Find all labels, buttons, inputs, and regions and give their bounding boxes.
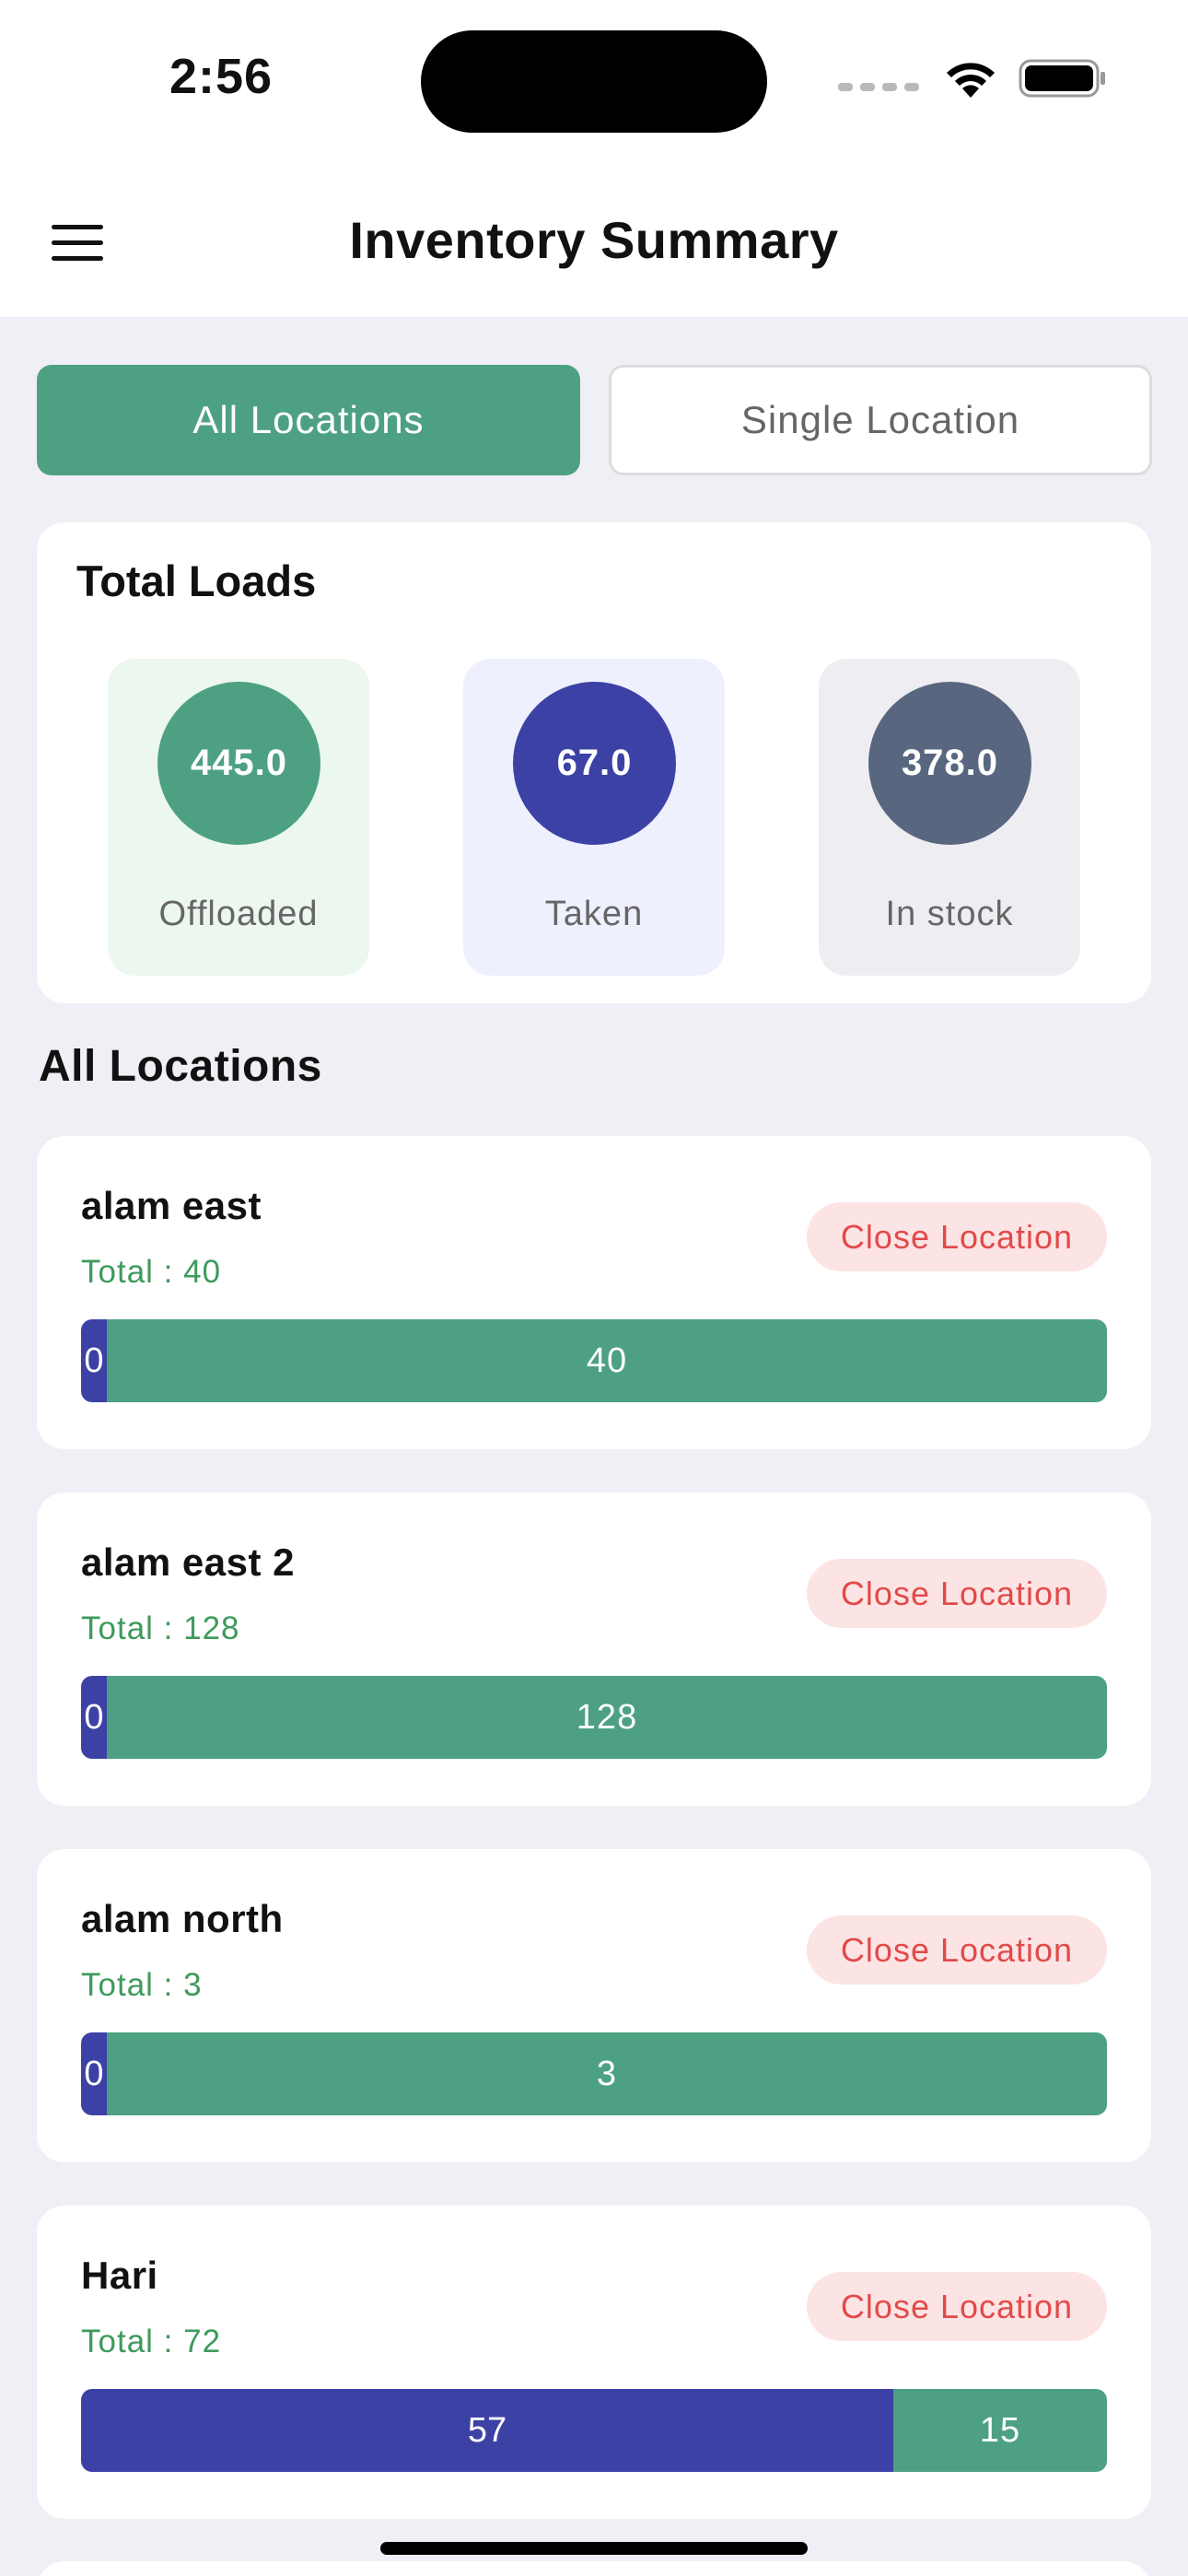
bar-taken-segment: 0 — [81, 1676, 107, 1759]
dynamic-island — [421, 30, 767, 133]
location-name: Hari — [81, 2254, 158, 2297]
taken-value: 67.0 — [513, 682, 676, 845]
tab-single-location[interactable]: Single Location — [609, 365, 1152, 475]
page-title: Inventory Summary — [349, 211, 839, 269]
location-name: alam east 2 — [81, 1540, 295, 1584]
offloaded-value: 445.0 — [157, 682, 320, 845]
bar-taken-segment: 0 — [81, 1319, 107, 1402]
bar-in-stock-segment: 15 — [893, 2389, 1107, 2472]
location-name: alam north — [81, 1897, 284, 1940]
location-name: alam east — [81, 1184, 262, 1227]
stat-offloaded: 445.0 Offloaded — [108, 659, 369, 976]
location-progress-bar: 57 15 — [81, 2389, 1107, 2472]
top-bar: 2:56 Inventory Summary — [0, 0, 1188, 317]
close-location-button[interactable]: Close Location — [807, 1915, 1107, 1985]
close-location-button[interactable]: Close Location — [807, 2272, 1107, 2341]
in-stock-value: 378.0 — [868, 682, 1031, 845]
location-total: Total : 3 — [81, 1967, 203, 2003]
close-location-button[interactable]: Close Location — [807, 1559, 1107, 1628]
home-indicator — [380, 2542, 808, 2555]
status-icons — [838, 55, 1107, 101]
location-progress-bar: 0 40 — [81, 1319, 1107, 1402]
bar-in-stock-segment: 40 — [107, 1319, 1107, 1402]
stat-taken: 67.0 Taken — [463, 659, 725, 976]
taken-label: Taken — [544, 895, 644, 933]
location-card: alam north Total : 3 Close Location 0 3 — [37, 1849, 1151, 2162]
tab-all-locations[interactable]: All Locations — [37, 365, 580, 475]
location-card: Hari Total : 72 Close Location 57 15 — [37, 2206, 1151, 2519]
total-loads-title: Total Loads — [76, 556, 317, 605]
cellular-signal-icon — [838, 82, 919, 91]
location-progress-bar: 0 3 — [81, 2032, 1107, 2115]
battery-icon — [1019, 59, 1105, 98]
bar-in-stock-segment: 128 — [107, 1676, 1107, 1759]
in-stock-label: In stock — [885, 895, 1014, 933]
bar-taken-segment: 57 — [81, 2389, 893, 2472]
bar-taken-segment: 0 — [81, 2032, 107, 2115]
wifi-icon — [947, 63, 995, 98]
location-card: alam east Total : 40 Close Location 0 40 — [37, 1136, 1151, 1449]
total-loads-card: Total Loads 445.0 Offloaded 67.0 Taken 3… — [37, 522, 1151, 1003]
status-time: 2:56 — [169, 49, 274, 104]
offloaded-label: Offloaded — [158, 895, 319, 933]
location-total: Total : 40 — [81, 1254, 222, 1290]
section-title: All Locations — [39, 1042, 322, 1091]
location-card-partial — [37, 2561, 1151, 2576]
location-progress-bar: 0 128 — [81, 1676, 1107, 1759]
location-total: Total : 128 — [81, 1610, 240, 1646]
bar-in-stock-segment: 3 — [107, 2032, 1107, 2115]
close-location-button[interactable]: Close Location — [807, 1202, 1107, 1271]
location-card: alam east 2 Total : 128 Close Location 0… — [37, 1493, 1151, 1806]
location-total: Total : 72 — [81, 2324, 222, 2359]
stat-in-stock: 378.0 In stock — [819, 659, 1080, 976]
